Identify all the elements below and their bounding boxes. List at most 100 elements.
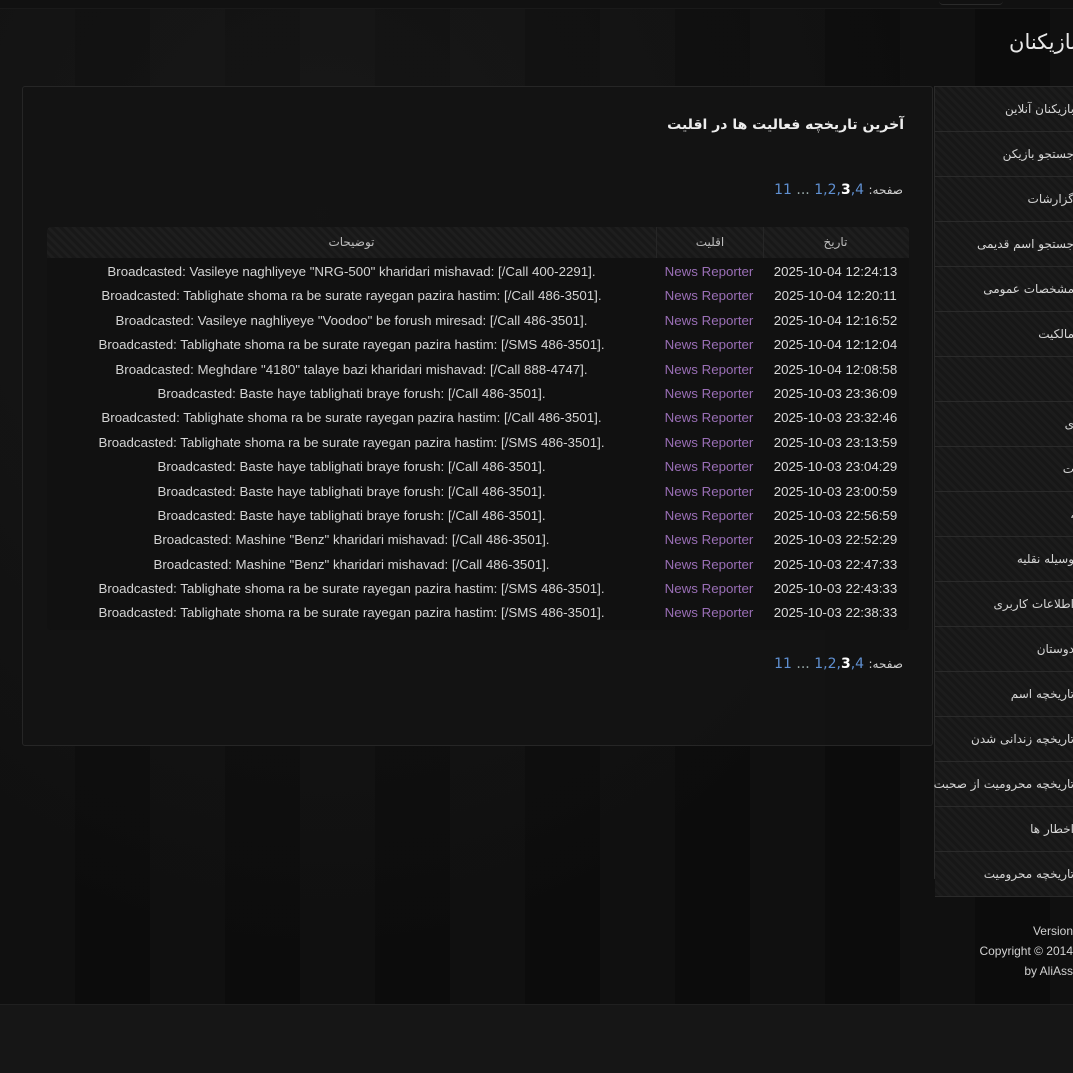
cell-description: Broadcasted: Tablighate shoma ra be sura… [101, 288, 602, 304]
sidebar-item[interactable]: تاریخچه محرومیت از صحبت [933, 762, 1073, 807]
cell-date: 2025-10-04 12:20:11 [774, 288, 897, 304]
cell-minority[interactable]: News Reporter [656, 480, 762, 504]
cell-description: Broadcasted: Tablighate shoma ra be sura… [101, 410, 602, 426]
sidebar-item[interactable]: بازیکنان آنلاین [935, 87, 1073, 132]
sidebar-item-label: وسیله نقلیه [1016, 552, 1073, 566]
sidebar-item-label: تاریخچه زندانی شدن [971, 732, 1073, 746]
sidebar-item[interactable]: مشخصات عمومی [935, 267, 1073, 312]
main-panel: آخرین تاریخچه فعالیت ها در اقلیت صفحه: 1… [22, 86, 933, 746]
cell-minority[interactable]: News Reporter [656, 260, 762, 284]
sidebar-item[interactable]: وسیله نقلیه [935, 537, 1073, 582]
cell-minority[interactable]: News Reporter [656, 504, 762, 528]
cell-date: 2025-10-03 22:52:29 [773, 532, 898, 548]
sidebar-item[interactable]: ی [935, 402, 1073, 447]
pagination-top: صفحه: 1,2,3,4 ... 11 [774, 182, 903, 198]
table-row: 2025-10-04 12:12:04 News Reporter Broadcas… [47, 333, 909, 357]
pagination-page-link[interactable]: 4 [855, 656, 864, 672]
sidebar-item[interactable]: اطلاعات کاربری [935, 582, 1073, 627]
cell-date: 2025-10-03 23:36:09 [773, 385, 898, 401]
pagination-pages: 1,2,3,4 ... 11 [774, 656, 864, 672]
pagination-ellipsis: ... [796, 182, 810, 198]
sidebar-item-label: ت [1062, 462, 1073, 476]
sidebar-item[interactable]: گزارشات [935, 177, 1073, 222]
table-row: 2025-10-03 23:13:59 News Reporter Broadcas… [47, 431, 909, 455]
cell-minority[interactable]: News Reporter [656, 309, 762, 333]
column-header-description[interactable]: توضیحات [47, 227, 656, 258]
pagination-ellipsis: ... [796, 656, 810, 672]
pagination-page-link[interactable]: 4 [855, 182, 864, 198]
page-title: آخرین تاریخچه فعالیت ها در اقلیت [667, 117, 904, 133]
cell-minority[interactable]: News Reporter [656, 382, 762, 406]
sidebar-item[interactable] [935, 357, 1073, 402]
bottom-band [0, 1004, 1073, 1073]
cell-description: Broadcasted: Tablighate shoma ra be sura… [98, 434, 605, 450]
cell-date: 2025-10-03 23:32:46 [773, 410, 898, 426]
table-row: 2025-10-03 23:36:09 News Reporter Broadcas… [47, 382, 909, 406]
table-row: 2025-10-03 22:43:33 News Reporter Broadcas… [47, 577, 909, 601]
cell-minority[interactable]: News Reporter [656, 284, 762, 308]
sidebar-item[interactable]: مالکیت [935, 312, 1073, 357]
sidebar: بازیکنان آنلاین جستجو بازیکن گزارشات جستجو … [933, 86, 1073, 897]
cell-date: 2025-10-04 12:12:04 [773, 337, 898, 353]
table-row: 2025-10-04 12:16:52 News Reporter Broadcas… [47, 309, 909, 333]
cell-minority[interactable]: News Reporter [656, 333, 762, 357]
cell-date: 2025-10-03 22:56:59 [773, 507, 898, 523]
sidebar-item-label: ی [1064, 417, 1073, 431]
sidebar-item-label: تاریخچه اسم [1010, 687, 1073, 701]
cell-description: Broadcasted: Tablighate shoma ra be sura… [98, 605, 605, 621]
cell-date: 2025-10-04 12:24:13 [773, 264, 898, 279]
page: بازیکنان بازیکنان آنلاین جستجو بازیکن گزار… [0, 0, 1073, 1073]
sidebar-item-label: دوستان [1036, 642, 1073, 656]
sidebar-item[interactable]: جستجو بازیکن [935, 132, 1073, 177]
sidebar-item[interactable]: اخطار ها [935, 807, 1073, 852]
footer-version: Version [1032, 924, 1073, 938]
sidebar-item[interactable]: تاریخچه اسم [935, 672, 1073, 717]
cell-minority[interactable]: News Reporter [656, 553, 762, 577]
cell-date: 2025-10-03 23:00:59 [773, 483, 898, 499]
cell-description: Broadcasted: Vasileye naghliyeye "Voodoo… [115, 312, 588, 328]
cell-minority[interactable]: News Reporter [656, 431, 762, 455]
sidebar-item[interactable]: جستجو اسم قدیمی [935, 222, 1073, 267]
cell-description: Broadcasted: Tablighate shoma ra be sura… [98, 581, 605, 597]
sidebar-item-label: جستجو اسم قدیمی [976, 237, 1073, 251]
table-row: 2025-10-03 23:04:29 News Reporter Broadcas… [47, 455, 909, 479]
sidebar-item-label: تاریخچه محرومیت از صحبت [933, 777, 1073, 791]
sidebar-item[interactable]: ت [935, 447, 1073, 492]
column-header-date[interactable]: تاریخ [762, 227, 909, 258]
table-row: 2025-10-03 22:56:59 News Reporter Broadcas… [47, 504, 909, 528]
pagination-page-link[interactable]: 3 [841, 182, 851, 198]
table-body: 2025-10-04 12:24:13 News Reporter Broadcas… [47, 258, 909, 626]
pagination-page-link[interactable]: 3 [841, 656, 851, 672]
cell-description: Broadcasted: Baste haye tablighati braye… [157, 483, 546, 499]
pagination-page-link[interactable]: 1 [814, 656, 823, 672]
pagination-page-link[interactable]: 11 [774, 656, 792, 672]
sidebar-item-label: اطلاعات کاربری [993, 597, 1073, 611]
sidebar-item[interactable]: تاریخچه زندانی شدن [935, 717, 1073, 762]
sidebar-item-label: تاریخچه محرومیت [983, 867, 1073, 881]
top-bar [0, 0, 1073, 9]
cell-minority[interactable]: News Reporter [656, 406, 762, 430]
sidebar-item[interactable]: ، [935, 492, 1073, 537]
cell-description: Broadcasted: Baste haye tablighati braye… [157, 459, 546, 475]
pagination-label: صفحه: [868, 657, 903, 671]
cell-minority[interactable]: News Reporter [656, 528, 762, 552]
cell-minority[interactable]: News Reporter [656, 455, 762, 479]
top-bar-button[interactable] [939, 0, 1003, 5]
cell-minority[interactable]: News Reporter [656, 577, 762, 601]
sidebar-item[interactable]: تاریخچه محرومیت [935, 852, 1073, 897]
pagination-bottom: صفحه: 1,2,3,4 ... 11 [774, 656, 903, 672]
cell-minority[interactable]: News Reporter [656, 601, 762, 625]
cell-description: Broadcasted: Mashine "Benz" kharidari mi… [153, 532, 550, 548]
cell-description: Broadcasted: Mashine "Benz" kharidari mi… [153, 556, 550, 572]
pagination-page-link[interactable]: 11 [774, 182, 792, 198]
cell-description: Broadcasted: Baste haye tablighati braye… [157, 507, 546, 523]
sidebar-item[interactable]: دوستان [935, 627, 1073, 672]
table-header: تاریخ اقلیت توضیحات [47, 227, 909, 258]
sidebar-item-label: گزارشات [1027, 192, 1073, 206]
cell-minority[interactable]: News Reporter [656, 358, 762, 382]
sidebar-item-label: اخطار ها [1030, 822, 1073, 836]
footer: Version Copyright © 2014 by AliAss [979, 921, 1073, 981]
pagination-page-link[interactable]: 1 [814, 182, 823, 198]
column-header-minority[interactable]: اقلیت [656, 227, 764, 258]
cell-description: Broadcasted: Baste haye tablighati braye… [157, 385, 546, 401]
